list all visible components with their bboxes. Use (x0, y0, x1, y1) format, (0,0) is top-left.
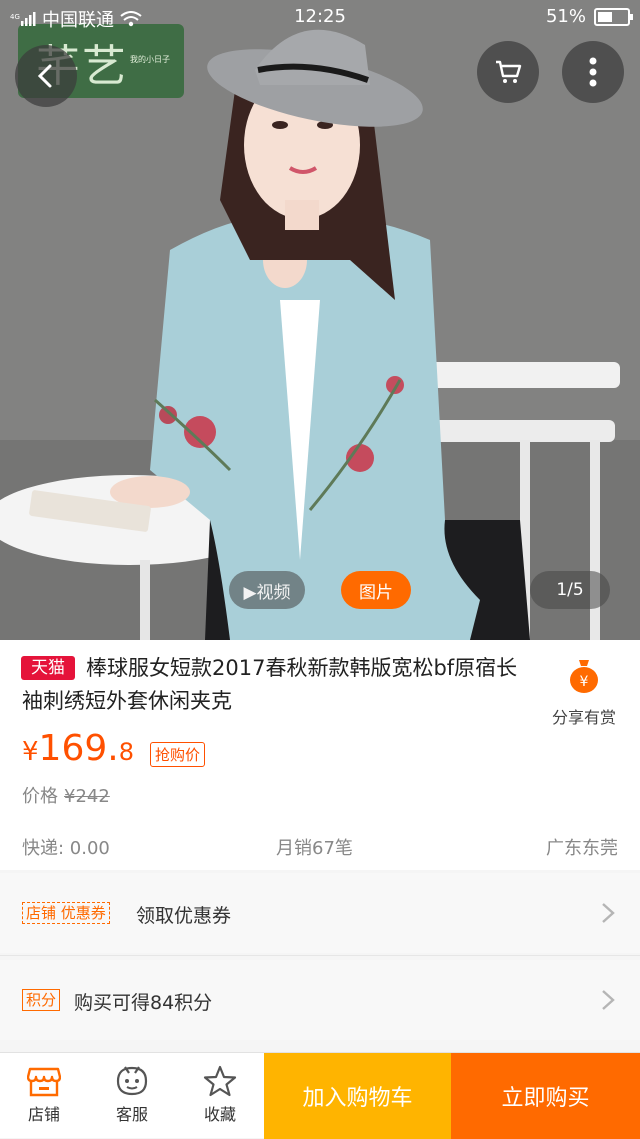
clock: 12:25 (294, 6, 346, 27)
original-price-label: 价格 (22, 786, 58, 807)
product-title: 棒球服女短款2017春秋新款韩版宽松bf原宿长袖刺绣短外套休闲夹克 (22, 656, 518, 713)
favorite-button[interactable]: 收藏 (176, 1053, 264, 1139)
battery-icon (594, 7, 633, 26)
back-arrow-icon (37, 64, 52, 88)
customer-service-icon (116, 1066, 148, 1096)
video-tab[interactable]: ▶视频 (229, 571, 305, 609)
shop-coupon-tag: 店铺 优惠券 (22, 902, 110, 924)
battery-group: 51% (545, 6, 633, 27)
share-reward-button[interactable]: ¥ 分享有赏 (540, 658, 628, 728)
shop-icon (27, 1067, 61, 1097)
image-counter: 1/5 (530, 571, 610, 609)
svg-text:¥: ¥ (580, 674, 589, 690)
product-info: 天猫 棒球服女短款2017春秋新款韩版宽松bf原宿长袖刺绣短外套休闲夹克 ¥ 分… (0, 640, 640, 870)
logo-subtitle: 我的小日子 (130, 55, 170, 64)
battery-fill (598, 11, 612, 22)
buy-now-button[interactable]: 立即购买 (451, 1053, 640, 1139)
chevron-right-icon (602, 990, 615, 1010)
share-label: 分享有赏 (551, 708, 616, 727)
price-symbol: ¥ (22, 737, 39, 767)
points-label: 购买可得84积分 (74, 992, 213, 1014)
money-bag-icon: ¥ (570, 660, 598, 693)
monthly-sales: 月销67笔 (276, 838, 353, 859)
service-label: 客服 (115, 1105, 148, 1124)
shipping-fee: 快递: 0.00 (22, 838, 110, 859)
favorite-label: 收藏 (203, 1105, 236, 1124)
points-tag: 积分 (22, 989, 61, 1011)
back-button[interactable] (15, 45, 77, 107)
cart-icon (496, 60, 522, 83)
star-icon (203, 1065, 237, 1097)
divider (0, 955, 640, 956)
price-integer: 169. (38, 728, 119, 769)
more-button[interactable] (562, 41, 624, 103)
coupon-row[interactable]: 店铺 优惠券 领取优惠券 (0, 873, 640, 953)
coupon-label: 领取优惠券 (136, 905, 232, 927)
product-image[interactable]: 芊艺 我的小日子 ▶视频 图片 1/5 (0, 0, 640, 640)
points-row[interactable]: 积分 购买可得84积分 (0, 960, 640, 1040)
chevron-right-icon (602, 903, 615, 923)
flash-price-tag: 抢购价 (150, 742, 206, 767)
battery-percent: 51% (545, 6, 586, 27)
cart-button[interactable] (477, 41, 539, 103)
current-price: ¥169.8 (22, 728, 134, 769)
shop-button[interactable]: 店铺 (0, 1053, 88, 1139)
status-bar: 4G 中国联通 12:25 51% (0, 0, 640, 34)
original-price-value: ¥242 (64, 786, 110, 807)
bottom-action-bar: 店铺 客服 收藏 加入购物车 立即购买 (0, 1052, 640, 1139)
picture-tab[interactable]: 图片 (341, 571, 411, 609)
ship-location: 广东东莞 (546, 838, 618, 859)
add-to-cart-button[interactable]: 加入购物车 (264, 1053, 451, 1139)
customer-service-button[interactable]: 客服 (88, 1053, 176, 1139)
more-vertical-icon (589, 57, 597, 87)
original-price: 价格 ¥242 (22, 782, 110, 808)
shop-label: 店铺 (27, 1105, 60, 1124)
price-decimal: 8 (118, 738, 134, 766)
